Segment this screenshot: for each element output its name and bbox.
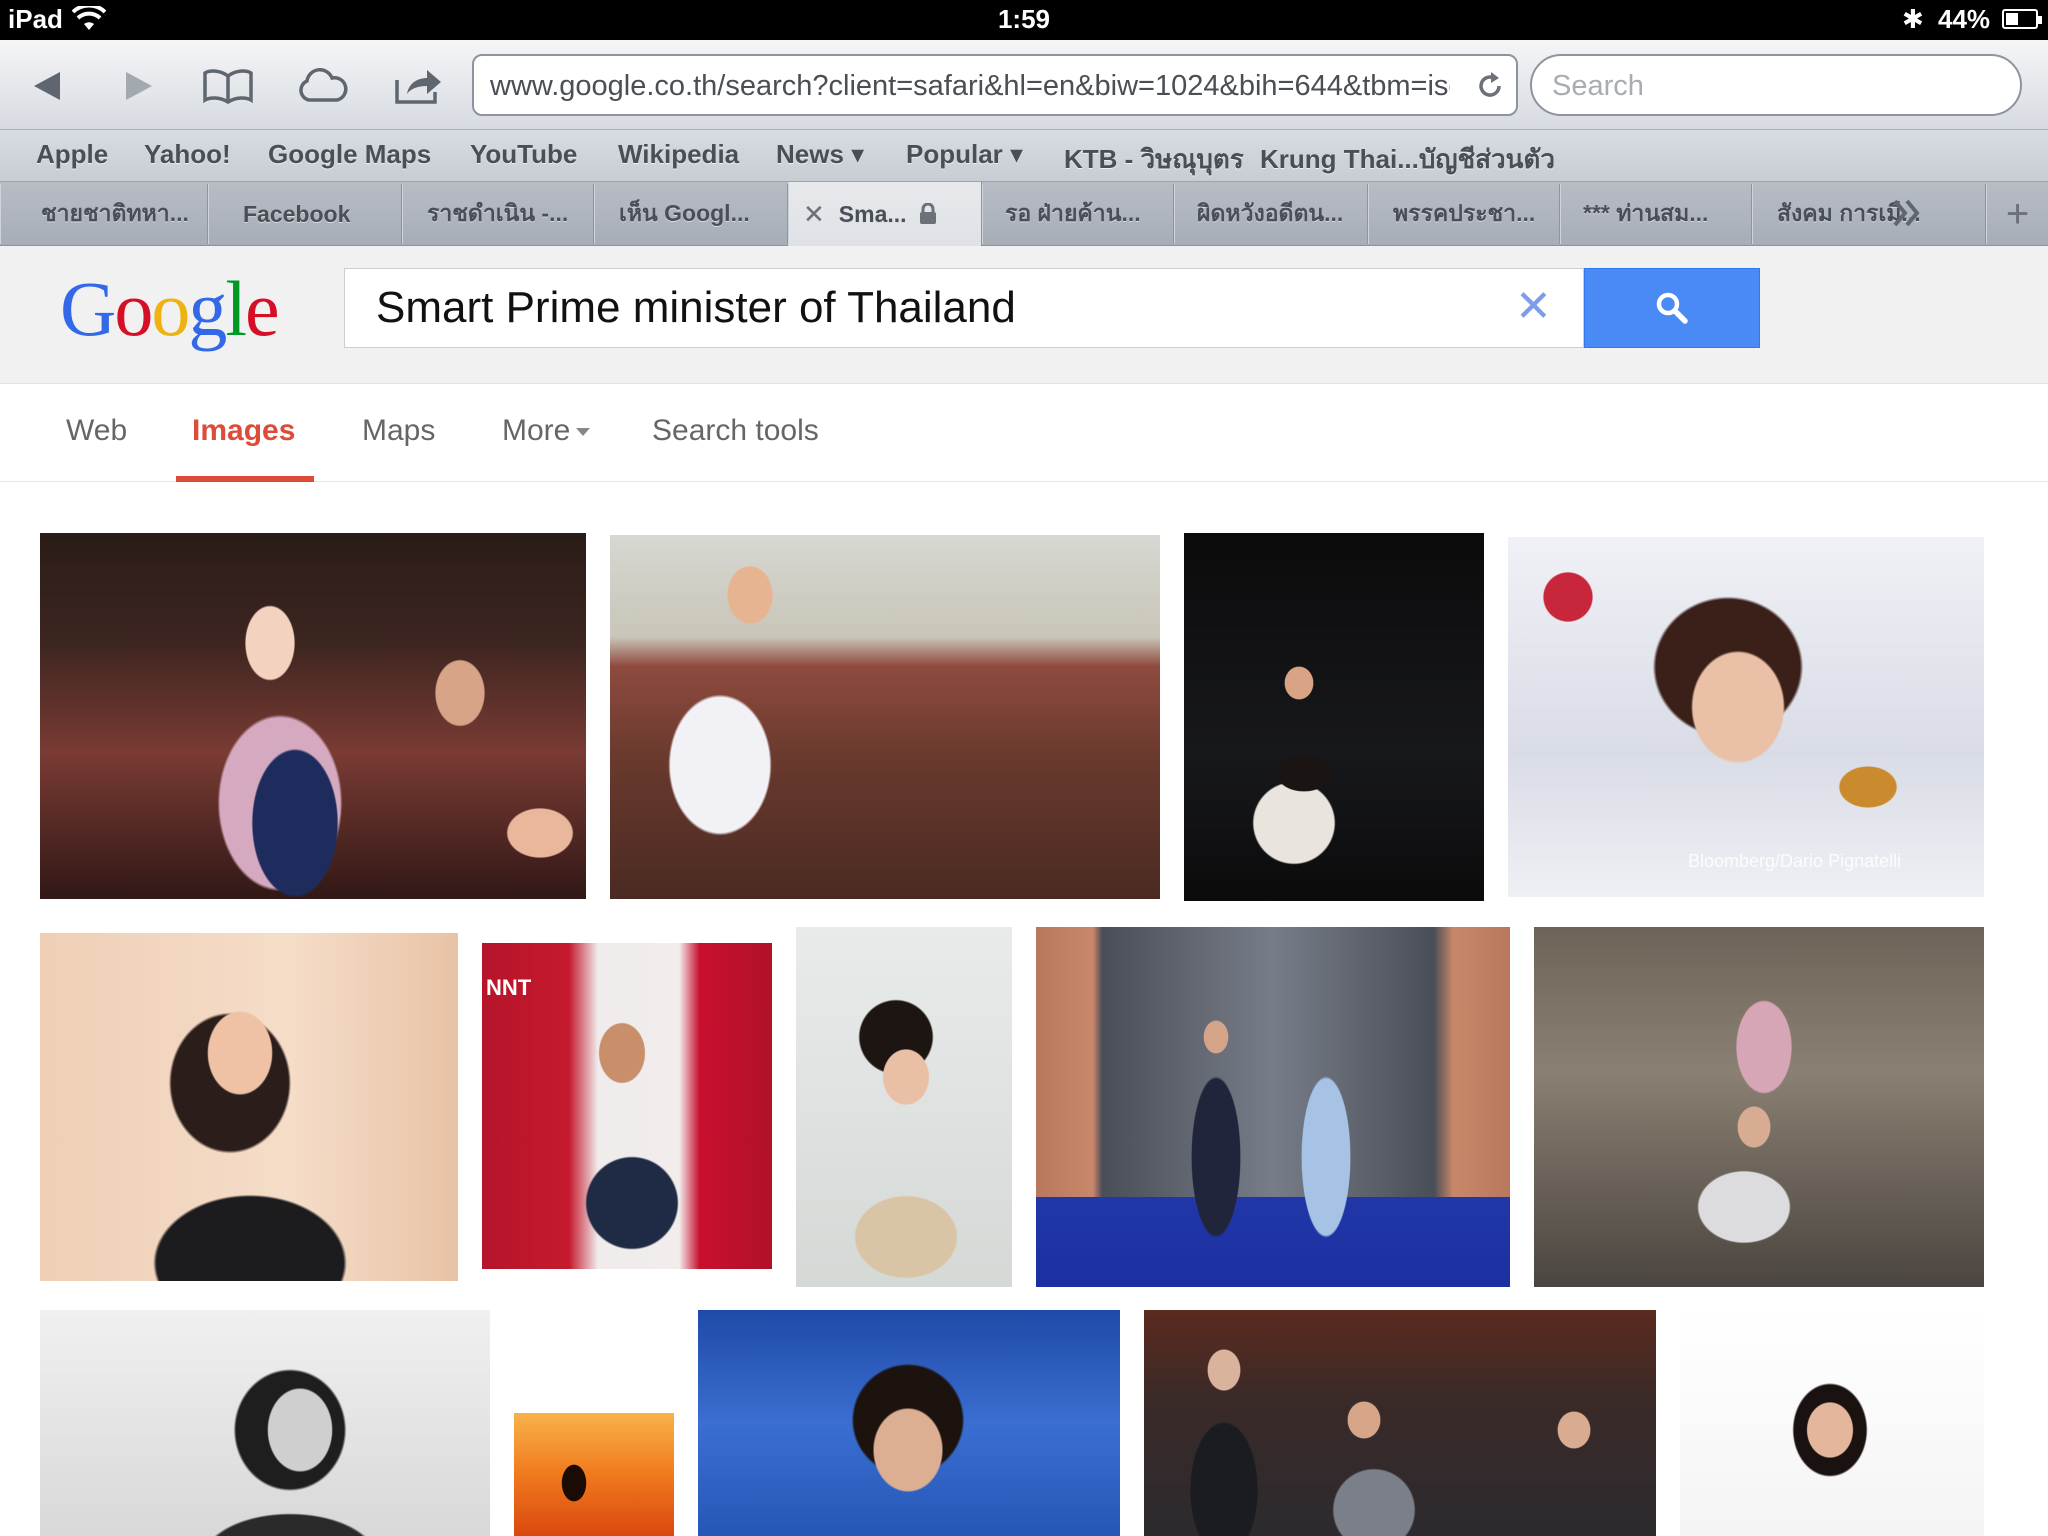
tab-title: เห็น Googl... [619, 200, 750, 226]
bluetooth-icon: ✱ [1902, 4, 1924, 34]
clock: 1:59 [997, 4, 1051, 34]
bookmark-folder-news[interactable]: News ▾ [776, 139, 864, 170]
image-result[interactable] [40, 933, 458, 1281]
google-logo[interactable]: Google [60, 264, 280, 354]
google-search-button[interactable] [1584, 268, 1760, 348]
tab-10[interactable]: สังคม การเมื... [1752, 184, 1986, 244]
tab-1[interactable]: ชายชาติทหา... [0, 184, 208, 244]
image-results-grid: Bloomberg/Dario Pignatelli NNT [0, 483, 2048, 1536]
image-result[interactable] [1144, 1310, 1656, 1536]
url-text: www.google.co.th/search?client=safari&hl… [490, 70, 1450, 102]
tab-bar: ชายชาติทหา... Facebook ราชดำเนิน -... เห… [0, 182, 2048, 246]
tab-title: Sma... [838, 200, 907, 227]
active-tab-underline [176, 476, 314, 482]
bookmarks-bar: Apple Yahoo! Google Maps YouTube Wikiped… [0, 130, 2048, 182]
bookmark-ktb[interactable]: KTB - วิษณุบุตร [1064, 139, 1244, 180]
browser-toolbar: www.google.co.th/search?client=safari&hl… [0, 40, 2048, 130]
image-result[interactable] [1184, 533, 1484, 901]
lock-icon [919, 203, 936, 224]
image-result[interactable] [514, 1413, 674, 1536]
browser-search-input[interactable] [1552, 68, 1992, 104]
dropdown-caret-icon [576, 428, 591, 437]
tab-title: Facebook [243, 200, 351, 227]
tab-title: รอ ฝ่ายค้าน... [1005, 200, 1141, 226]
search-type-nav: Web Images Maps More Search tools [0, 384, 2048, 482]
new-tab-button[interactable]: + [1986, 184, 2048, 244]
image-result[interactable]: NNT [482, 943, 772, 1269]
share-button[interactable] [390, 58, 446, 114]
tab-active-search[interactable]: ✕ Sma... [788, 182, 982, 246]
image-watermark: NNT [486, 975, 532, 1000]
more-tabs-icon[interactable] [1892, 196, 1922, 230]
search-icon [1656, 292, 1688, 324]
bookmark-folder-popular[interactable]: Popular ▾ [906, 139, 1023, 170]
address-bar[interactable]: www.google.co.th/search?client=safari&hl… [472, 54, 1518, 116]
image-result[interactable] [698, 1310, 1120, 1536]
share-icon [395, 70, 441, 104]
forward-arrow-icon [126, 72, 152, 100]
status-bar: iPad 1:59 ✱ 44% [0, 0, 2048, 40]
icloud-tabs-button[interactable] [294, 58, 350, 114]
tab-title: ชายชาติทหา... [41, 200, 189, 226]
tab-6[interactable]: รอ ฝ่ายค้าน... [982, 184, 1174, 244]
tab-7[interactable]: ผิดหวังอดีตน... [1174, 184, 1368, 244]
tab-facebook[interactable]: Facebook [208, 184, 402, 244]
bookmark-youtube[interactable]: YouTube [470, 139, 577, 170]
image-result[interactable] [40, 1310, 490, 1536]
image-result[interactable] [796, 927, 1012, 1287]
browser-search-box[interactable] [1530, 54, 2022, 116]
image-result[interactable] [610, 535, 1160, 899]
nav-web[interactable]: Web [66, 414, 127, 448]
nav-more[interactable]: More [502, 414, 591, 448]
clear-query-icon[interactable]: ✕ [1515, 281, 1552, 332]
nav-more-label: More [502, 414, 571, 447]
search-query: Smart Prime minister of Thailand [376, 283, 1016, 332]
battery-percent: 44% [1938, 4, 1991, 34]
bookmarks-button[interactable] [200, 58, 256, 114]
tab-title: พรรคประชา... [1393, 200, 1536, 226]
bookmark-krung-thai[interactable]: Krung Thai...บัญชีส่วนตัว [1260, 139, 1555, 180]
back-arrow-icon [34, 72, 60, 100]
nav-images[interactable]: Images [192, 414, 295, 448]
tab-title: ผิดหวังอดีตน... [1197, 200, 1344, 226]
image-result[interactable] [1036, 927, 1510, 1287]
tab-8[interactable]: พรรคประชา... [1368, 184, 1560, 244]
image-credit: Bloomberg/Dario Pignatelli [1688, 851, 1902, 871]
close-tab-icon[interactable]: ✕ [803, 199, 825, 230]
image-result[interactable] [40, 533, 586, 899]
tab-title: *** ท่านสม... [1583, 200, 1709, 226]
bookmark-wikipedia[interactable]: Wikipedia [618, 139, 739, 170]
google-header: Google Smart Prime minister of Thailand … [0, 246, 2048, 384]
reload-icon[interactable] [1474, 70, 1506, 102]
tab-9[interactable]: *** ท่านสม... [1560, 184, 1752, 244]
battery-icon [2002, 9, 2042, 29]
google-search-field[interactable]: Smart Prime minister of Thailand ✕ [344, 268, 1584, 348]
back-button[interactable] [20, 58, 76, 114]
tab-4[interactable]: เห็น Googl... [594, 184, 788, 244]
cloud-icon [299, 68, 348, 102]
bookmark-google-maps[interactable]: Google Maps [268, 139, 431, 170]
forward-button[interactable] [110, 58, 166, 114]
bookmark-yahoo[interactable]: Yahoo! [144, 139, 231, 170]
nav-search-tools[interactable]: Search tools [652, 414, 819, 448]
image-result[interactable]: Bloomberg/Dario Pignatelli [1508, 537, 1984, 897]
nav-maps[interactable]: Maps [362, 414, 435, 448]
image-result[interactable] [1534, 927, 1984, 1287]
book-icon [203, 69, 253, 104]
image-result[interactable] [1680, 1310, 1984, 1536]
tab-title: ราชดำเนิน -... [427, 200, 569, 226]
tab-3[interactable]: ราชดำเนิน -... [402, 184, 594, 244]
bookmark-apple[interactable]: Apple [36, 139, 108, 170]
